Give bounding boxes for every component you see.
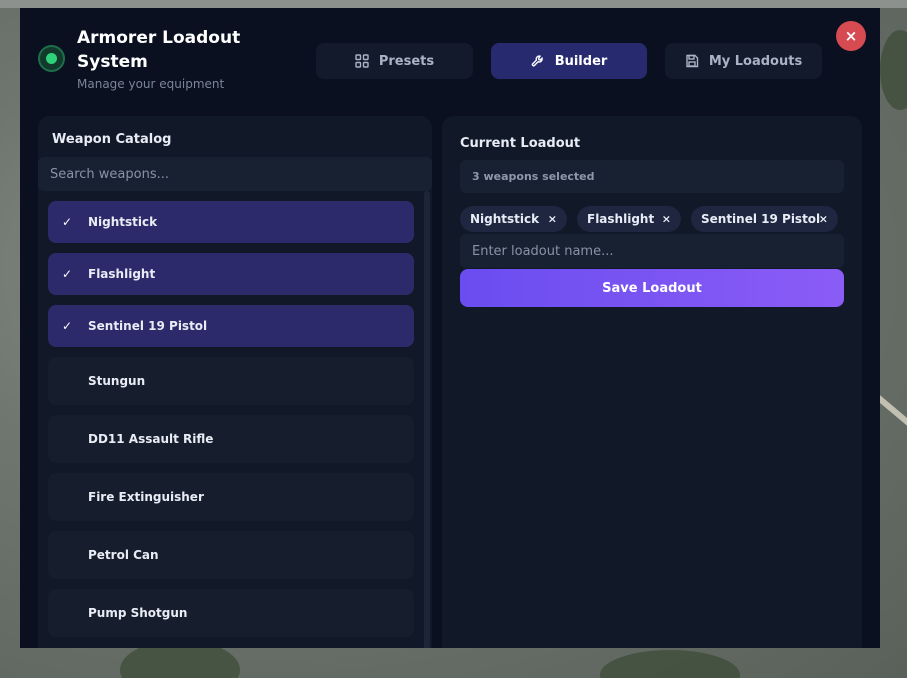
background-tree (600, 650, 740, 678)
weapon-item-flashlight[interactable]: ✓ Flashlight (48, 253, 414, 295)
weapon-item-fire-extinguisher[interactable]: Fire Extinguisher (48, 473, 414, 521)
chip-sentinel-19-pistol: Sentinel 19 Pistol × (691, 206, 838, 232)
weapon-item-petrol-can[interactable]: Petrol Can (48, 531, 414, 579)
save-icon (686, 54, 699, 68)
remove-chip-icon[interactable]: × (548, 213, 557, 226)
check-icon: ✓ (62, 319, 73, 333)
weapon-list: ✓ Nightstick ✓ Flashlight ✓ Sentinel 19 … (48, 201, 416, 648)
scrollbar-thumb[interactable] (424, 191, 430, 648)
tab-presets[interactable]: Presets (316, 43, 473, 79)
weapon-item-label: DD11 Assault Rifle (88, 432, 214, 446)
weapon-item-label: Fire Extinguisher (88, 490, 204, 504)
weapon-item-label: Flashlight (88, 267, 156, 281)
loadout-window: Armorer Loadout System Manage your equip… (20, 8, 880, 648)
weapon-search-input[interactable] (38, 157, 432, 191)
weapon-item-label: Stungun (88, 374, 146, 388)
check-icon: ✓ (62, 215, 73, 229)
weapon-item-dd11-assault-rifle[interactable]: DD11 Assault Rifle (48, 415, 414, 463)
chip-label: Nightstick (470, 212, 540, 226)
remove-chip-icon[interactable]: × (662, 213, 671, 226)
current-loadout-panel: Current Loadout 3 weapons selected Night… (442, 116, 862, 648)
tab-builder-label: Builder (554, 53, 608, 69)
close-button[interactable]: × (836, 21, 866, 51)
check-icon: ✓ (62, 267, 73, 281)
app-subtitle: Manage your equipment (77, 77, 225, 91)
weapon-item-label: Petrol Can (88, 548, 159, 562)
weapon-item-label: Pump Shotgun (88, 606, 188, 620)
tab-my-loadouts[interactable]: My Loadouts (665, 43, 822, 79)
weapon-item-sentinel-19-pistol[interactable]: ✓ Sentinel 19 Pistol (48, 305, 414, 347)
weapon-item-stungun[interactable]: Stungun (48, 357, 414, 405)
selected-count: 3 weapons selected (460, 160, 844, 193)
current-loadout-title: Current Loadout (460, 136, 581, 151)
tab-builder[interactable]: Builder (491, 43, 647, 79)
weapon-item-pump-shotgun[interactable]: Pump Shotgun (48, 589, 414, 637)
status-indicator (38, 45, 65, 72)
remove-chip-icon[interactable]: × (819, 213, 828, 226)
chip-label: Sentinel 19 Pistol (701, 212, 821, 226)
app-title: Armorer Loadout System (77, 28, 241, 72)
chip-nightstick: Nightstick × (460, 206, 567, 232)
weapon-catalog-title: Weapon Catalog (52, 132, 172, 147)
save-loadout-button[interactable]: Save Loadout (460, 269, 844, 307)
weapon-catalog-panel: Weapon Catalog ✓ Nightstick ✓ Flashlight… (38, 116, 432, 648)
status-dot-icon (46, 53, 57, 64)
background-strip (0, 0, 907, 8)
grid-icon (355, 54, 369, 68)
chip-flashlight: Flashlight × (577, 206, 681, 232)
wrench-icon (531, 55, 543, 67)
weapon-item-label: Sentinel 19 Pistol (88, 319, 208, 333)
background-tree (880, 30, 907, 110)
tab-my-loadouts-label: My Loadouts (708, 53, 803, 69)
weapon-item-label: Nightstick (88, 215, 158, 229)
tab-presets-label: Presets (378, 53, 435, 69)
weapon-item-nightstick[interactable]: ✓ Nightstick (48, 201, 414, 243)
loadout-name-input[interactable] (460, 234, 844, 268)
chip-label: Flashlight (587, 212, 655, 226)
selected-chips: Nightstick × Flashlight × Sentinel 19 Pi… (460, 206, 860, 232)
